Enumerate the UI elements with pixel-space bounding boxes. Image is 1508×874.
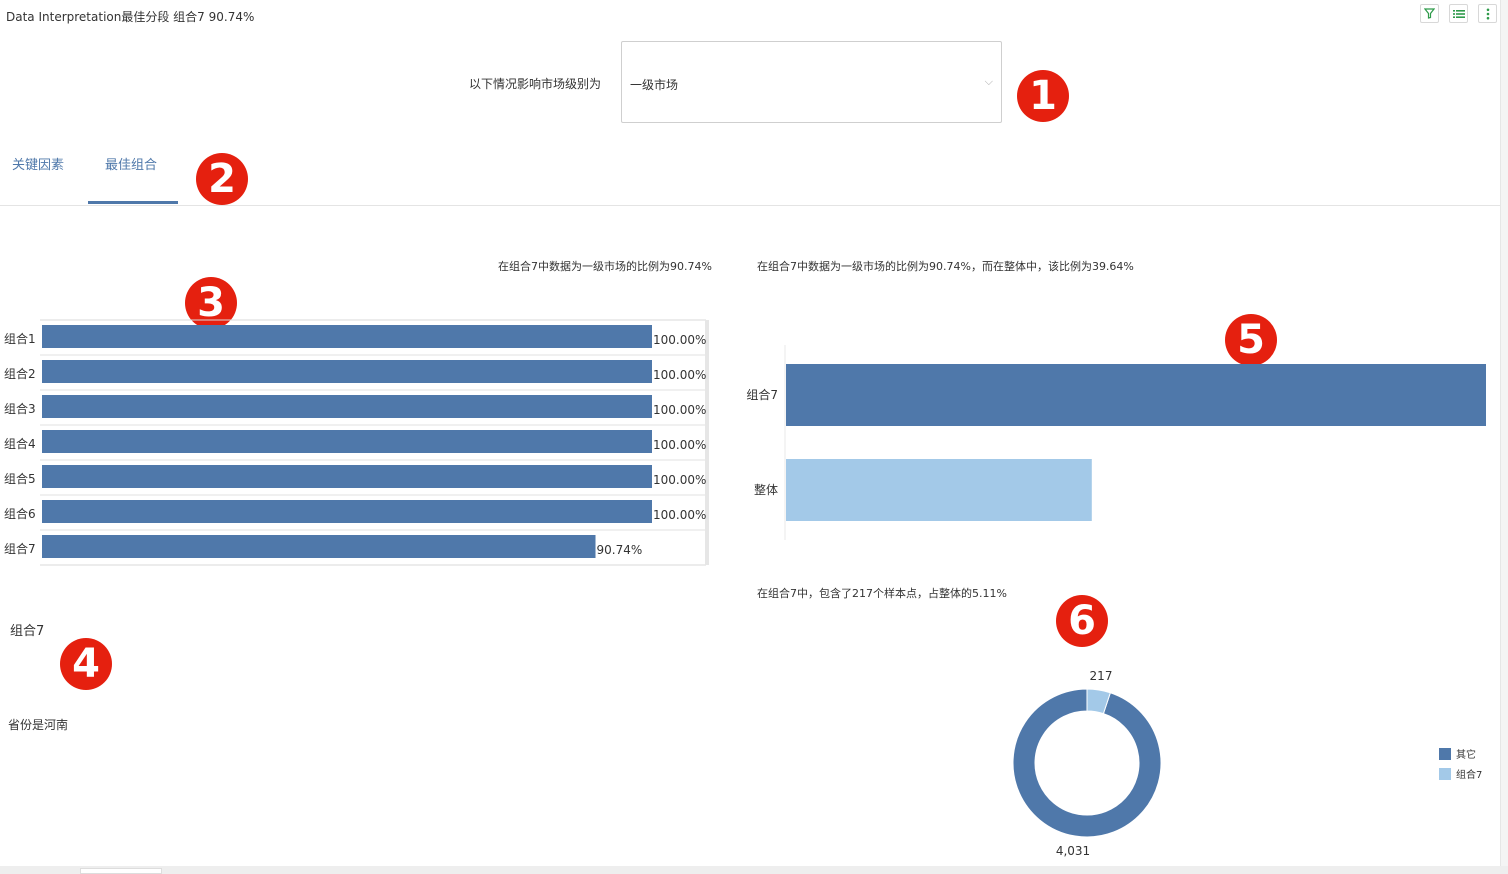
- data-label: 100.00%: [653, 473, 706, 487]
- more-button[interactable]: [1478, 4, 1497, 23]
- legend-swatch-combo7: [1439, 767, 1451, 780]
- bar-6: [42, 500, 652, 523]
- list-button[interactable]: [1449, 4, 1468, 23]
- ratio-chart-caption: 在组合7中数据为一级市场的比例为90.74%: [498, 260, 712, 273]
- tab-divider: [0, 205, 1500, 206]
- annotation-badge-1: 1: [1017, 70, 1069, 122]
- active-tab-indicator: [88, 201, 178, 204]
- bar-7: [42, 535, 596, 558]
- category-label: 组合3: [4, 401, 36, 416]
- horizontal-scrollbar-thumb[interactable]: [80, 868, 162, 874]
- comparison-chart: 组合7 整体: [746, 345, 1486, 540]
- category-label: 组合4: [4, 436, 36, 451]
- window-title: Data Interpretation最佳分段 组合7 90.74%: [6, 10, 255, 24]
- chevron-down-icon: ⌵: [984, 75, 993, 88]
- legend-label-other: 其它: [1456, 750, 1476, 761]
- annotation-badge-2: 2: [196, 153, 248, 205]
- category-label: 组合2: [4, 366, 36, 381]
- filter-icon: [1424, 8, 1435, 19]
- data-label: 100.00%: [653, 368, 706, 382]
- data-label: 90.74%: [597, 543, 643, 557]
- category-label: 组合5: [4, 471, 36, 486]
- bar-combo7: [786, 364, 1486, 426]
- slice-label-other: 4,031: [1056, 844, 1090, 858]
- annotation-badge-6: 6: [1056, 595, 1108, 647]
- category-label: 组合1: [4, 331, 36, 346]
- annotation-badge-4: 4: [60, 638, 112, 690]
- category-label: 组合7: [4, 541, 36, 556]
- bar-overall: [786, 459, 1092, 521]
- bar-3: [42, 395, 652, 418]
- segment-title: 组合7: [10, 624, 45, 639]
- data-label: 100.00%: [653, 403, 706, 417]
- legend-label-combo7: 组合7: [1456, 770, 1483, 781]
- sample-donut-chart: 217 4,031: [1012, 669, 1162, 858]
- data-label: 100.00%: [653, 508, 706, 522]
- data-label: 100.00%: [653, 333, 706, 347]
- legend-swatch-other: [1439, 747, 1451, 760]
- category-label: 组合7: [746, 387, 778, 402]
- bar-2: [42, 360, 652, 383]
- select-value: 一级市场: [630, 78, 679, 92]
- category-label: 整体: [754, 482, 778, 497]
- market-level-select[interactable]: 一级市场 ⌵: [621, 41, 1002, 123]
- bar-5: [42, 465, 652, 488]
- slice-label-combo7: 217: [1090, 669, 1113, 683]
- compare-chart-caption: 在组合7中数据为一级市场的比例为90.74%，而在整体中，该比例为39.64%: [757, 260, 1134, 273]
- more-icon: [1486, 8, 1489, 19]
- list-icon: [1452, 9, 1465, 18]
- sample-chart-caption: 在组合7中，包含了217个样本点，占整体的5.11%: [757, 587, 1007, 600]
- legend-item-other: 其它: [1439, 746, 1476, 761]
- filter-label: 以下情况影响市场级别为: [469, 77, 602, 91]
- data-label: 100.00%: [653, 438, 706, 452]
- filter-button[interactable]: [1420, 4, 1439, 23]
- legend-item-combo7: 组合7: [1439, 766, 1482, 781]
- combination-ratio-chart: 组合1 100.00% 组合2 100.00% 组合3 100.00% 组合4 100.00%…: [4, 319, 709, 566]
- segment-condition: 省份是河南: [8, 718, 69, 732]
- bar-1: [42, 325, 652, 348]
- tab-best-combination[interactable]: 最佳组合: [105, 154, 157, 173]
- category-label: 组合6: [4, 506, 36, 521]
- vertical-scrollbar[interactable]: [1500, 0, 1508, 866]
- horizontal-scrollbar[interactable]: [0, 866, 1508, 874]
- tab-key-factors[interactable]: 关键因素: [12, 154, 64, 173]
- bar-4: [42, 430, 652, 453]
